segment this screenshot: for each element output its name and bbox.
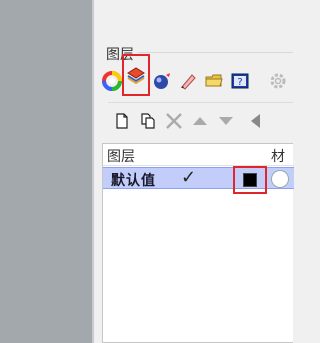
delete-icon[interactable] [162, 109, 186, 133]
layer-color-cell[interactable] [233, 166, 267, 194]
panel-tab-strip: ? [100, 54, 290, 98]
list-header: 图层 材 [103, 144, 294, 166]
color-wheel-icon[interactable] [100, 69, 124, 93]
current-layer-checkmark[interactable]: ✓ [181, 167, 196, 188]
layer-list: 图层 材 默认值 ✓ [102, 143, 294, 343]
collapse-left-icon[interactable] [244, 109, 268, 133]
column-header-layer[interactable]: 图层 [107, 146, 135, 166]
layer-toolbar [108, 102, 293, 136]
column-header-material[interactable]: 材 [271, 146, 285, 166]
new-sublayer-icon[interactable] [136, 109, 160, 133]
brush-icon[interactable] [176, 69, 200, 93]
folder-icon[interactable] [202, 69, 226, 93]
viewport-area [0, 0, 92, 343]
svg-text:?: ? [237, 77, 242, 88]
layers-panel: 图层 ? 图层 材 默认值 ✓ [94, 0, 294, 343]
new-layer-icon[interactable] [110, 109, 134, 133]
move-down-icon[interactable] [214, 109, 238, 133]
layer-name[interactable]: 默认值 [111, 170, 156, 190]
layer-row-default[interactable]: 默认值 ✓ [103, 166, 294, 194]
render-sphere-icon[interactable] [150, 69, 174, 93]
gear-icon[interactable] [266, 69, 290, 93]
move-up-icon[interactable] [188, 109, 212, 133]
help-icon[interactable]: ? [228, 69, 252, 93]
material-swatch[interactable] [271, 170, 289, 188]
title-divider [138, 52, 293, 53]
layers-icon[interactable] [122, 54, 150, 96]
layer-color-swatch[interactable] [243, 173, 257, 187]
